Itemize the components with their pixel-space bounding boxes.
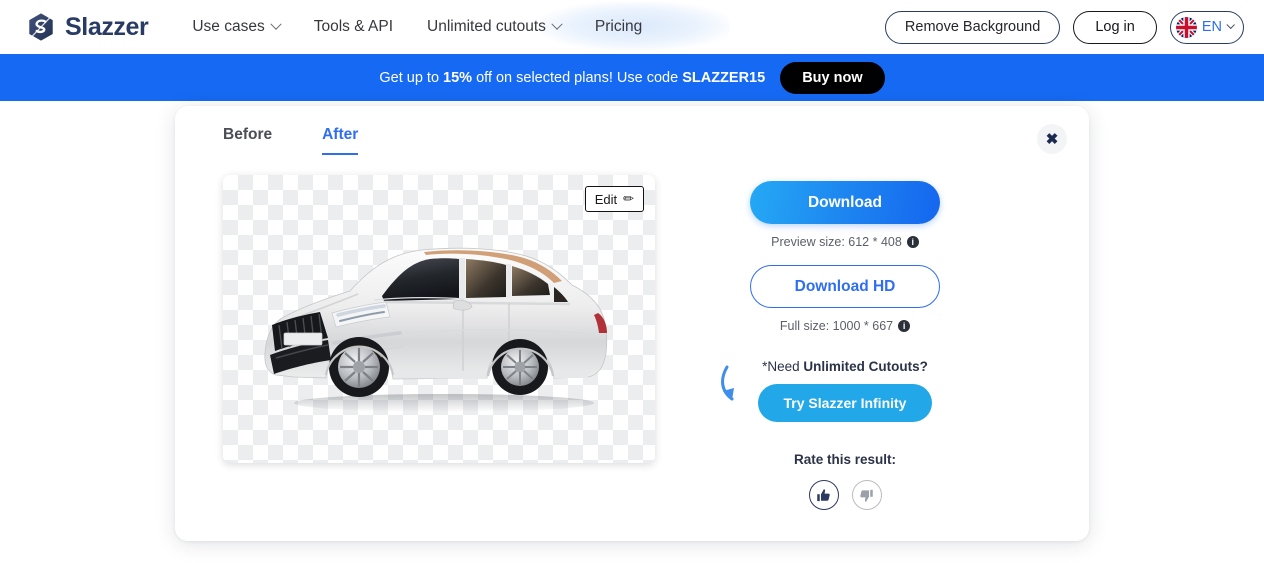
promo-prefix: Get up to — [379, 69, 444, 86]
rating-buttons — [808, 480, 882, 510]
chevron-down-icon — [551, 18, 563, 30]
thumbs-down-icon — [860, 489, 873, 502]
header-actions: Remove Background Log in EN — [884, 10, 1244, 44]
need-unlimited-text: *Need Unlimited Cutouts? — [762, 359, 928, 374]
edit-button[interactable]: Edit ✏ — [584, 186, 644, 212]
download-hd-button[interactable]: Download HD — [750, 265, 940, 308]
edit-label: Edit — [594, 191, 618, 207]
language-selector[interactable]: EN — [1169, 10, 1244, 44]
thumbs-up-icon — [817, 488, 830, 501]
remove-background-button[interactable]: Remove Background — [884, 10, 1061, 44]
brand-logo[interactable]: Slazzer — [26, 12, 149, 42]
info-icon[interactable]: i — [906, 236, 919, 248]
chevron-down-icon — [270, 18, 282, 30]
site-header: Slazzer Use cases Tools & API Unlimited … — [0, 0, 1264, 54]
preview-size-note: Preview size: 612 * 408 i — [771, 235, 919, 249]
thumbs-down-button[interactable] — [851, 480, 882, 510]
result-card: Before After ✖ Edit ✏ Download Preview s… — [175, 106, 1089, 541]
promo-banner: Get up to 15% off on selected plans! Use… — [0, 54, 1264, 101]
nav-item-unlimited-cutouts[interactable]: Unlimited cutouts — [427, 18, 563, 36]
full-size-text: Full size: 1000 * 667 — [779, 319, 894, 333]
tab-after[interactable]: After — [322, 126, 359, 155]
close-icon: ✖ — [1045, 130, 1059, 148]
nav-item-pricing[interactable]: Pricing — [595, 18, 642, 36]
language-label: EN — [1201, 19, 1222, 35]
cutout-image — [254, 225, 624, 425]
nav-item-use-cases[interactable]: Use cases — [192, 18, 282, 36]
close-button[interactable]: ✖ — [1037, 124, 1067, 154]
login-button[interactable]: Log in — [1073, 10, 1157, 44]
before-after-tabs: Before After — [201, 126, 1063, 155]
promo-middle: off on selected plans! Use code — [472, 69, 683, 86]
rating-section: Rate this result: — [794, 452, 896, 510]
promo-percent: 15% — [443, 69, 473, 86]
slazzer-diamond-logo-icon — [29, 13, 53, 41]
need-prefix: *Need — [762, 359, 804, 374]
nav-label: Use cases — [192, 18, 265, 35]
promo-code: SLAZZER15 — [682, 69, 766, 86]
thumbs-up-button[interactable] — [808, 480, 839, 510]
buy-now-button[interactable]: Buy now — [780, 61, 885, 94]
rate-label: Rate this result: — [793, 452, 897, 467]
nav-item-tools-api[interactable]: Tools & API — [314, 18, 393, 36]
nav-label: Unlimited cutouts — [427, 18, 546, 35]
pencil-icon: ✏ — [623, 191, 634, 206]
unlimited-cutouts-promo: *Need Unlimited Cutouts? Try Slazzer Inf… — [720, 359, 933, 422]
card-body: Edit ✏ Download Preview size: 612 * 408 … — [201, 175, 1063, 510]
chevron-down-icon — [1226, 20, 1235, 30]
preview-size-text: Preview size: 612 * 408 — [771, 235, 902, 249]
main-nav: Use cases Tools & API Unlimited cutouts … — [192, 18, 642, 36]
promo-text: Get up to 15% off on selected plans! Use… — [379, 70, 765, 86]
main-stage: Before After ✖ Edit ✏ Download Preview s… — [0, 101, 1264, 541]
nav-label: Tools & API — [313, 18, 393, 35]
image-preview-panel[interactable]: Edit ✏ — [223, 175, 655, 463]
info-icon[interactable]: i — [898, 320, 911, 332]
tab-before[interactable]: Before — [223, 126, 272, 155]
nav-label: Pricing — [594, 18, 643, 35]
brand-name: Slazzer — [65, 12, 149, 41]
need-bold: Unlimited Cutouts? — [803, 359, 928, 374]
action-panel: Download Preview size: 612 * 408 i Downl… — [695, 175, 995, 510]
curved-arrow-icon — [720, 365, 734, 401]
full-size-note: Full size: 1000 * 667 i — [779, 319, 911, 333]
car-illustration — [264, 247, 608, 412]
uk-flag-icon — [1175, 16, 1197, 38]
try-slazzer-infinity-button[interactable]: Try Slazzer Infinity — [757, 384, 933, 422]
download-button[interactable]: Download — [750, 181, 940, 224]
